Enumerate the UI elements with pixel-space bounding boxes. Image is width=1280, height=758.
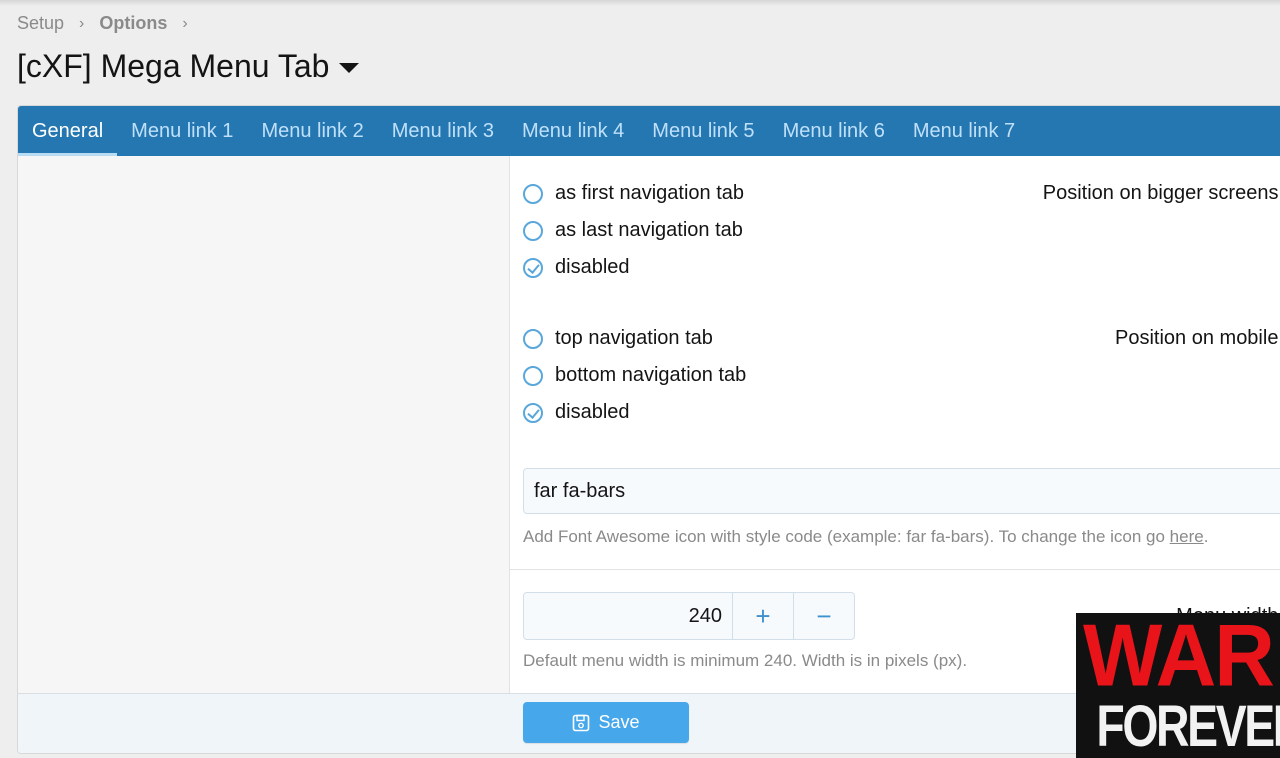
tab-menu-link-7[interactable]: Menu link 7	[899, 106, 1029, 156]
radio-top-tab[interactable]: top navigation tab	[523, 327, 713, 350]
radio-bottom-tab[interactable]: bottom navigation tab	[523, 364, 746, 387]
tab-menu-link-1[interactable]: Menu link 1	[117, 106, 247, 156]
menu-width-hint: Default menu width is minimum 240. Width…	[523, 651, 968, 670]
radio-bigger-disabled[interactable]: disabled	[523, 256, 630, 279]
radio-label: disabled	[555, 256, 630, 278]
save-button[interactable]: Save	[523, 702, 689, 743]
divider	[509, 569, 1280, 570]
radio-label: top navigation tab	[555, 327, 713, 349]
breadcrumb-options[interactable]: Options	[99, 13, 167, 34]
icon-hint-link[interactable]: here	[1170, 527, 1204, 546]
logo-line-forever: FOREVER	[1096, 694, 1280, 758]
page-title[interactable]: [cXF] Mega Menu Tab	[17, 48, 360, 85]
caret-down-icon[interactable]	[339, 62, 360, 73]
war-forever-logo: WAR FOREVER	[1076, 613, 1280, 758]
radio-unchecked-icon[interactable]	[523, 365, 543, 386]
radio-unchecked-icon[interactable]	[523, 328, 543, 349]
radio-last-tab[interactable]: as last navigation tab	[523, 219, 743, 242]
radio-label: bottom navigation tab	[555, 364, 747, 386]
radio-mobile-disabled[interactable]: disabled	[523, 401, 630, 424]
icon-input[interactable]: far fa-bars	[523, 468, 1280, 514]
label-column	[18, 156, 510, 693]
position-bigger-label: Position on bigger screens:	[1042, 182, 1280, 204]
icon-hint: Add Font Awesome icon with style code (e…	[523, 527, 1208, 547]
radio-first-tab[interactable]: as first navigation tab	[523, 182, 744, 205]
chevron-right-icon: ›	[79, 14, 85, 32]
position-mobile-label: Position on mobile:	[1115, 327, 1280, 349]
tab-bar: General Menu link 1 Menu link 2 Menu lin…	[18, 106, 1280, 156]
radio-unchecked-icon[interactable]	[523, 220, 543, 241]
tab-menu-link-3[interactable]: Menu link 3	[378, 106, 508, 156]
menu-width-input[interactable]: 240	[524, 593, 732, 639]
radio-label: as last navigation tab	[555, 219, 743, 241]
chevron-right-icon: ›	[182, 14, 188, 32]
tab-general[interactable]: General	[18, 106, 118, 156]
icon-hint-text: Add Font Awesome icon with style code (e…	[523, 527, 1170, 546]
icon-input-value: far fa-bars	[534, 479, 626, 502]
save-label: Save	[598, 712, 640, 732]
radio-label: as first navigation tab	[555, 182, 744, 204]
increment-button[interactable]: +	[732, 593, 793, 639]
menu-width-stepper[interactable]: 240 + −	[523, 592, 855, 640]
tab-menu-link-4[interactable]: Menu link 4	[508, 106, 638, 156]
decrement-button[interactable]: −	[793, 593, 854, 639]
radio-unchecked-icon[interactable]	[523, 183, 543, 204]
save-icon	[573, 714, 590, 731]
radio-label: disabled	[555, 401, 630, 423]
icon-hint-end: .	[1203, 527, 1209, 546]
breadcrumb: Setup › Options ›	[17, 13, 203, 34]
page-title-text: [cXF] Mega Menu Tab	[17, 48, 330, 84]
tab-menu-link-6[interactable]: Menu link 6	[769, 106, 899, 156]
top-shade	[0, 0, 1280, 6]
tab-menu-link-5[interactable]: Menu link 5	[638, 106, 768, 156]
breadcrumb-setup[interactable]: Setup	[17, 13, 64, 34]
radio-checked-icon[interactable]	[523, 402, 543, 423]
radio-checked-icon[interactable]	[523, 257, 543, 278]
tab-menu-link-2[interactable]: Menu link 2	[247, 106, 377, 156]
